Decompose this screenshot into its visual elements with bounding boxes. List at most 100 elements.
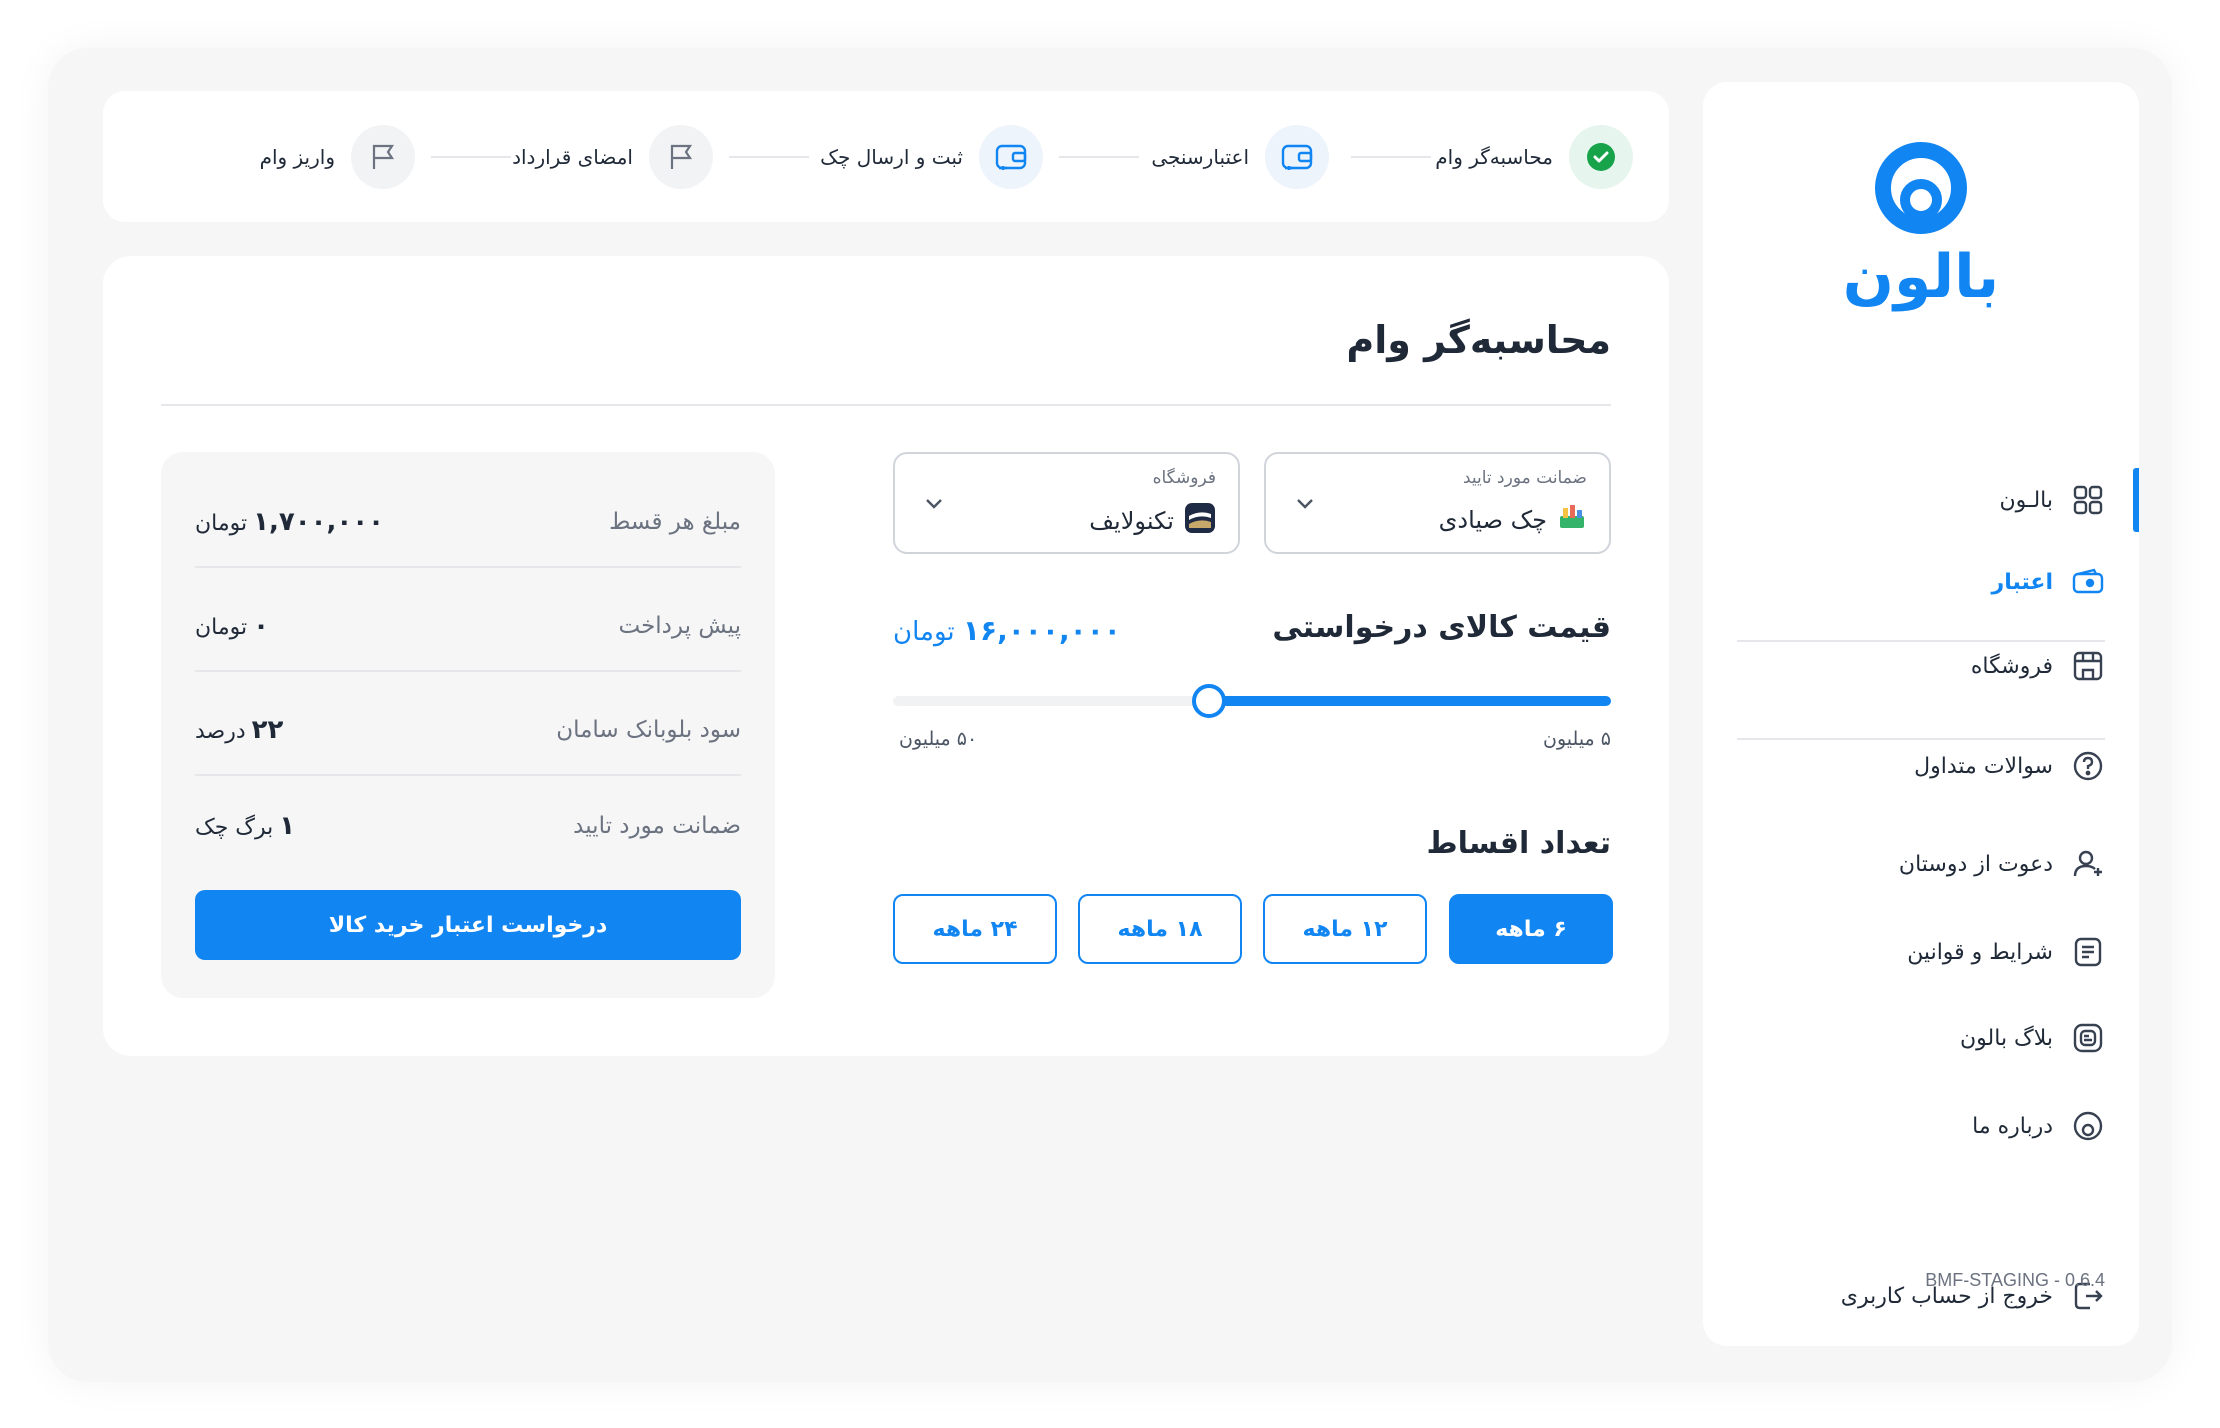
step-connector — [1059, 156, 1139, 158]
chevron-down-icon — [1297, 499, 1313, 509]
select-caption: فروشگاه — [1152, 468, 1216, 488]
step-credit-check[interactable]: اعتبارسنجی — [1151, 125, 1329, 189]
summary-unit: تومان — [195, 511, 248, 536]
step-loan-calculator[interactable]: محاسبه‌گر وام — [1435, 125, 1633, 189]
summary-unit: درصد — [195, 719, 246, 744]
balloon-logo-icon — [1875, 142, 1967, 234]
slider-max-label: ۵۰ میلیون — [899, 728, 978, 750]
sidebar-item-about[interactable]: درباره ما — [1737, 1096, 2105, 1156]
step-register-check[interactable]: ثبت و ارسال چک — [820, 125, 1043, 189]
sidebar-divider — [1737, 738, 2105, 740]
summary-row-interest: سود بلوبانک سامان ۲۲ درصد — [195, 678, 741, 782]
sidebar-divider — [1737, 640, 2105, 642]
step-loan-deposit[interactable]: واریز وام — [260, 125, 415, 189]
installment-18-button[interactable]: ۱۸ ماهه — [1078, 894, 1242, 964]
summary-number: ۱,۷۰۰,۰۰۰ — [253, 507, 384, 537]
slider-min-label: ۵ میلیون — [1543, 728, 1611, 750]
request-credit-button[interactable]: درخواست اعتبار خرید کالا — [195, 890, 741, 960]
select-value: چک صیادی — [1439, 502, 1587, 538]
summary-unit: برگ چک — [195, 815, 274, 840]
sidebar: بالون بالـون اعتبار فروشگاه سوالات متداو… — [1703, 82, 2139, 1346]
sidebar-item-label: فروشگاه — [1970, 653, 2053, 679]
chevron-down-icon — [926, 499, 942, 509]
summary-divider — [195, 670, 741, 672]
sidebar-item-terms[interactable]: شرایط و قوانین — [1737, 922, 2105, 982]
summary-number: ۱ — [279, 811, 296, 841]
balloon-icon — [2071, 1109, 2105, 1143]
installment-24-button[interactable]: ۲۴ ماهه — [893, 894, 1057, 964]
grid-icon — [2071, 483, 2105, 517]
store-icon — [2071, 649, 2105, 683]
guarantee-select[interactable]: ضمانت مورد تایید چک صیادی — [1264, 452, 1611, 554]
step-sign-contract[interactable]: امضای قرارداد — [512, 125, 713, 189]
check-icon — [1587, 143, 1615, 171]
installment-12-button[interactable]: ۱۲ ماهه — [1263, 894, 1427, 964]
select-value-text: چک صیادی — [1438, 506, 1547, 534]
sidebar-item-home[interactable]: بالـون — [1737, 470, 2105, 530]
step-circle — [351, 125, 415, 189]
logo[interactable]: بالون — [1703, 142, 2139, 322]
sidebar-item-label: بلاگ بالون — [1960, 1025, 2053, 1051]
step-label: محاسبه‌گر وام — [1435, 145, 1553, 169]
price-unit: تومان — [893, 617, 955, 647]
sidebar-item-label: اعتبار — [1991, 569, 2053, 595]
sidebar-item-faq[interactable]: سوالات متداول — [1737, 736, 2105, 796]
step-circle — [1569, 125, 1633, 189]
slider-fill — [1208, 696, 1611, 706]
step-connector — [1351, 156, 1431, 158]
sidebar-item-store[interactable]: فروشگاه — [1737, 636, 2105, 696]
step-circle — [649, 125, 713, 189]
price-label: قیمت کالای درخواستی — [1272, 610, 1611, 645]
sidebar-item-label: درباره ما — [1972, 1113, 2053, 1139]
installments-label: تعداد اقساط — [1426, 826, 1611, 861]
summary-label: پیش پرداخت — [618, 613, 741, 639]
price-amount: ۱۶,۰۰۰,۰۰۰ — [962, 614, 1121, 647]
blog-icon — [2071, 1021, 2105, 1055]
step-label: ثبت و ارسال چک — [820, 145, 963, 169]
sidebar-item-credit[interactable]: اعتبار — [1737, 552, 2105, 612]
summary-unit: تومان — [195, 615, 248, 640]
user-plus-icon — [2071, 847, 2105, 881]
summary-value: ۱ برگ چک — [195, 811, 295, 841]
store-logo-icon — [1184, 502, 1216, 540]
step-label: اعتبارسنجی — [1151, 145, 1249, 169]
price-slider[interactable] — [893, 684, 1611, 718]
select-value: تکنولایف — [1089, 502, 1216, 540]
wallet-icon — [995, 144, 1027, 170]
summary-divider — [195, 566, 741, 568]
summary-label: مبلغ هر قسط — [609, 509, 741, 535]
title-divider — [161, 404, 1611, 406]
sidebar-item-blog[interactable]: بلاگ بالون — [1737, 1008, 2105, 1068]
installment-6-button[interactable]: ۶ ماهه — [1449, 894, 1613, 964]
summary-value: ۰ تومان — [195, 611, 269, 641]
flag-icon — [670, 144, 693, 169]
summary-number: ۰ — [253, 611, 270, 641]
logo-text: بالون — [1842, 242, 2000, 312]
loan-summary: مبلغ هر قسط ۱,۷۰۰,۰۰۰ تومان پیش پرداخت ۰… — [161, 452, 775, 998]
select-caption: ضمانت مورد تایید — [1462, 468, 1587, 488]
sidebar-item-invite[interactable]: دعوت از دوستان — [1737, 834, 2105, 894]
summary-value: ۱,۷۰۰,۰۰۰ تومان — [195, 507, 384, 537]
step-connector — [431, 156, 511, 158]
version-label: BMF-STAGING - 0.6.4 — [1925, 1270, 2105, 1290]
sidebar-item-label: سوالات متداول — [1914, 753, 2053, 779]
check-leaf-icon — [1557, 502, 1587, 538]
summary-label: سود بلوبانک سامان — [556, 717, 741, 743]
step-label: واریز وام — [259, 145, 335, 169]
step-label: امضای قرارداد — [512, 145, 633, 169]
store-select[interactable]: فروشگاه تکنولایف — [893, 452, 1240, 554]
step-circle — [1265, 125, 1329, 189]
summary-value: ۲۲ درصد — [195, 715, 283, 745]
summary-row-guarantee: ضمانت مورد تایید ۱ برگ چک — [195, 774, 741, 878]
summary-row-downpayment: پیش پرداخت ۰ تومان — [195, 574, 741, 678]
progress-stepper: محاسبه‌گر وام اعتبارسنجی ثبت و ارسال چک … — [103, 91, 1669, 222]
summary-number: ۲۲ — [251, 715, 284, 745]
sidebar-item-label: دعوت از دوستان — [1898, 851, 2053, 877]
select-value-text: تکنولایف — [1089, 507, 1174, 535]
step-circle — [979, 125, 1043, 189]
loan-calculator-card: محاسبه‌گر وام ضمانت مورد تایید چک صیادی … — [103, 256, 1669, 1056]
summary-row-installment: مبلغ هر قسط ۱,۷۰۰,۰۰۰ تومان — [195, 470, 741, 574]
active-indicator — [2133, 468, 2139, 532]
wallet-icon — [2071, 565, 2105, 599]
slider-thumb[interactable] — [1191, 684, 1226, 718]
